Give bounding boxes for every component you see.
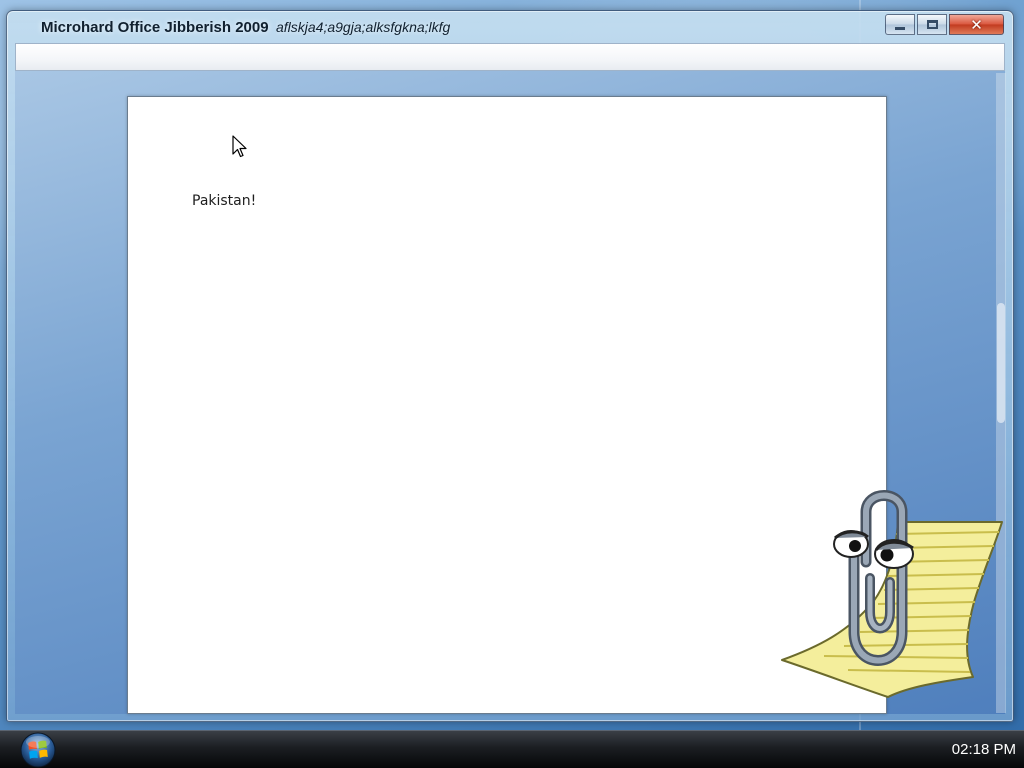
document-title: aflskja4;a9gja;alksfgkna;lkfgn — [276, 19, 450, 35]
close-button[interactable]: ✕ — [949, 14, 1004, 35]
minimize-button[interactable] — [885, 14, 915, 35]
app-title: Microhard Office Jibberish 2009 — [41, 19, 269, 36]
scrollbar-thumb[interactable] — [997, 303, 1005, 423]
close-icon: ✕ — [970, 15, 983, 34]
taskbar-clock[interactable]: 02:18 PM — [932, 741, 1024, 758]
paperclip-assistant[interactable] — [778, 482, 1006, 704]
title-bar[interactable]: Microhard Office Jibberish 2009 aflskja4… — [7, 11, 1013, 45]
start-button[interactable] — [14, 730, 62, 768]
document-body-text[interactable]: Pakistan! — [192, 193, 256, 209]
mouse-cursor-icon — [232, 135, 247, 158]
maximize-button[interactable] — [917, 14, 947, 35]
document-page[interactable]: Pakistan! — [127, 96, 887, 714]
taskbar — [0, 730, 1024, 768]
maximize-icon — [926, 20, 938, 29]
toolbar — [15, 43, 1005, 71]
minimize-icon — [895, 26, 905, 30]
